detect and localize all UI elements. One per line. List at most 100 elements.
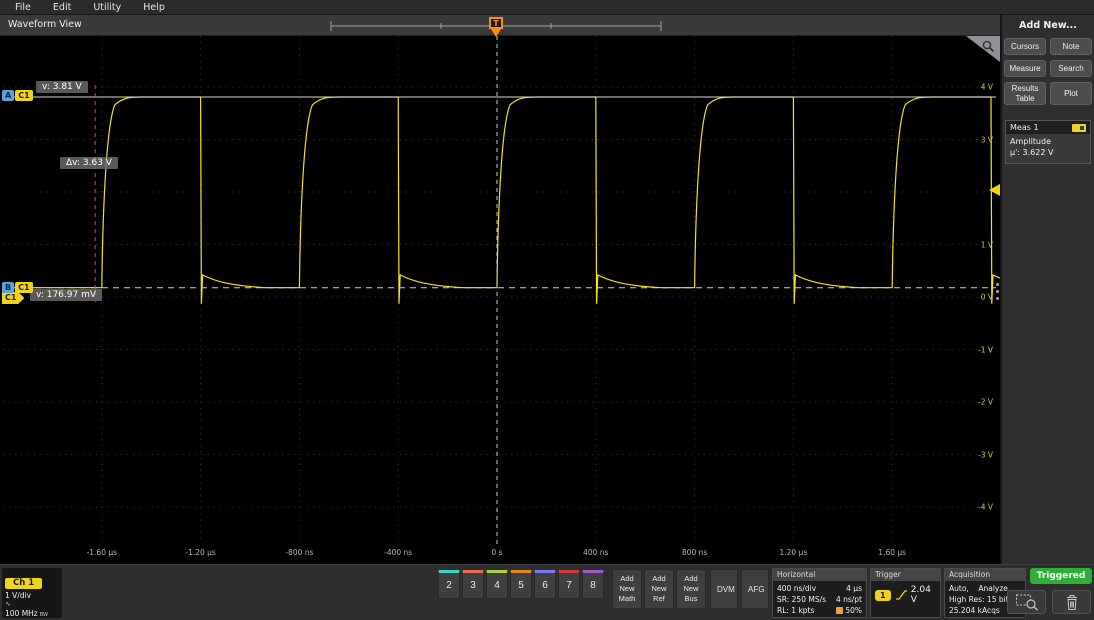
bandwidth-icon: BW xyxy=(40,612,48,618)
cursor-a-value-label: v: 3.81 V xyxy=(36,81,88,93)
channel-7-button[interactable]: 7 xyxy=(558,570,580,599)
channel1-panel[interactable]: Ch 1 1 V/div ∿ 100 MHz BW xyxy=(2,568,62,618)
measurement-title: Meas 1 xyxy=(1010,123,1039,132)
waveform-grid[interactable]: v: 3.81 V Δv: 3.63 V v: 176.97 mV A C1 B… xyxy=(0,36,1000,544)
cursor-b-badge: B xyxy=(2,282,14,293)
horizontal-panel[interactable]: Horizontal 400 ns/div4 μsSR: 250 MS/s4 n… xyxy=(772,568,867,618)
volt-label-4V: 4 V xyxy=(981,83,993,92)
channel1-bandwidth-label: 100 MHz xyxy=(5,609,38,618)
channel-buttons: 2345678 xyxy=(438,570,604,599)
trash-button[interactable] xyxy=(1052,590,1091,614)
channel-2-button[interactable]: 2 xyxy=(438,570,460,599)
trigger-level-arrow[interactable] xyxy=(989,184,1000,196)
add-new-header: Add New... xyxy=(1002,15,1094,31)
measurement-card-header: Meas 1 xyxy=(1006,121,1090,134)
time-label: 1.60 μs xyxy=(878,548,906,557)
menu-file[interactable]: File xyxy=(4,2,42,13)
add-new-ref-button[interactable]: Add New Ref xyxy=(644,569,674,609)
menu-edit[interactable]: Edit xyxy=(42,2,82,13)
time-label: 400 ns xyxy=(583,548,608,557)
add-new-source-buttons: Add New MathAdd New RefAdd New Bus xyxy=(612,569,706,609)
trigger-position-indicator[interactable]: T xyxy=(489,17,503,29)
zoom-box-icon xyxy=(1015,593,1039,611)
time-label: 0 s xyxy=(491,548,502,557)
channel-6-button[interactable]: 6 xyxy=(534,570,556,599)
trigger-panel-body: 1 2.04 V xyxy=(871,581,940,607)
afg-button[interactable]: AFG xyxy=(741,569,769,609)
horizontal-panel-body: 400 ns/div4 μsSR: 250 MS/s4 ns/ptRL: 1 k… xyxy=(773,581,866,618)
trigger-status-badge: Triggered xyxy=(1030,568,1092,584)
trigger-position-label: T xyxy=(493,19,498,28)
results-bar: Add New... CursorsNoteMeasureSearchResul… xyxy=(1000,15,1094,564)
cursor-b-marker[interactable]: B C1 xyxy=(2,282,33,293)
channel-5-button[interactable]: 5 xyxy=(510,570,532,599)
panel-splitter-handle[interactable] xyxy=(996,283,999,300)
time-label: -400 ns xyxy=(384,548,412,557)
volt-label--1V: -1 V xyxy=(978,345,993,354)
waveform-plot xyxy=(0,36,1000,544)
menu-bar: FileEditUtilityHelp xyxy=(0,0,1094,15)
cursor-a-marker[interactable]: A C1 xyxy=(2,90,33,101)
waveform-view-header: Waveform View T xyxy=(0,15,1000,36)
acquisition-panel-header: Acquisition xyxy=(945,569,1025,581)
measurement-value: μ': 3.622 V xyxy=(1010,147,1086,158)
cursor-a-channel-chip: C1 xyxy=(15,90,32,101)
time-axis-labels: -1.60 μs -1.20 μs -800 ns -400 ns 0 s 400 ns 8… xyxy=(0,544,1000,564)
search-button[interactable]: Search xyxy=(1050,60,1092,77)
measurement-type: Amplitude xyxy=(1010,136,1086,147)
cursor-delta-value-label: Δv: 3.63 V xyxy=(60,157,118,169)
add-new-buttons: CursorsNoteMeasureSearchResults TablePlo… xyxy=(1002,38,1094,105)
measurement-card-body: Amplitude μ': 3.622 V xyxy=(1006,134,1090,162)
horizontal-position-icon xyxy=(836,607,843,614)
cursors-button[interactable]: Cursors xyxy=(1004,38,1046,55)
volt-label--2V: -2 V xyxy=(978,398,993,407)
measurement-card[interactable]: Meas 1 Amplitude μ': 3.622 V xyxy=(1005,120,1091,163)
results-table-button[interactable]: Results Table xyxy=(1004,82,1046,105)
time-label: -1.60 μs xyxy=(87,548,117,557)
horizontal-row-3: RL: 1 kpts50% xyxy=(777,605,862,616)
measure-button[interactable]: Measure xyxy=(1004,60,1046,77)
cursor-a-badge: A xyxy=(2,90,14,101)
time-label: 1.20 μs xyxy=(780,548,808,557)
horizontal-row-2: SR: 250 MS/s4 ns/pt xyxy=(777,594,862,605)
menu-help[interactable]: Help xyxy=(132,2,176,13)
content-row: Waveform View T v: 3.81 V xyxy=(0,15,1094,564)
measurement-source-badge xyxy=(1072,124,1086,132)
bottom-toolbar: Ch 1 1 V/div ∿ 100 MHz BW 2345678 Add Ne… xyxy=(0,564,1094,620)
note-button[interactable]: Note xyxy=(1050,38,1092,55)
zoom-overview-button[interactable] xyxy=(1007,590,1046,614)
cursor-b-value-label: v: 176.97 mV xyxy=(30,289,102,301)
view-action-buttons xyxy=(1007,590,1091,614)
rising-edge-icon xyxy=(895,590,907,601)
channel1-scale-label: 1 V/div xyxy=(5,591,59,600)
trigger-source-badge: 1 xyxy=(875,590,891,601)
waveform-view: Waveform View T v: 3.81 V xyxy=(0,15,1000,564)
volt-label--4V: -4 V xyxy=(978,503,993,512)
channel-4-button[interactable]: 4 xyxy=(486,570,508,599)
trigger-level-label: 2.04 V xyxy=(911,585,936,605)
time-label: 800 ns xyxy=(682,548,707,557)
add-new-math-button[interactable]: Add New Math xyxy=(612,569,642,609)
trash-icon xyxy=(1065,594,1079,611)
cursor-b-channel-chip: C1 xyxy=(15,282,32,293)
time-label: -800 ns xyxy=(285,548,313,557)
channel1-bandwidth: 100 MHz BW xyxy=(5,609,59,618)
channel-3-button[interactable]: 3 xyxy=(462,570,484,599)
volt-label-0V: 0 V xyxy=(981,293,993,302)
time-label: -1.20 μs xyxy=(185,548,215,557)
volt-label--3V: -3 V xyxy=(978,450,993,459)
waveform-view-title: Waveform View xyxy=(8,19,82,30)
horizontal-panel-header: Horizontal xyxy=(773,569,866,581)
oscilloscope-app: FileEditUtilityHelp Waveform View T xyxy=(0,0,1094,620)
trigger-position-arrow-icon xyxy=(491,29,501,37)
volt-label-1V: 1 V xyxy=(981,240,993,249)
coupling-icon: ∿ xyxy=(5,600,59,609)
channel1-badge: Ch 1 xyxy=(5,578,42,589)
horizontal-row-1: 400 ns/div4 μs xyxy=(777,583,862,594)
channel-8-button[interactable]: 8 xyxy=(582,570,604,599)
trigger-panel[interactable]: Trigger 1 2.04 V xyxy=(870,568,941,618)
add-new-bus-button[interactable]: Add New Bus xyxy=(676,569,706,609)
dvm-button[interactable]: DVM xyxy=(710,569,738,609)
plot-button[interactable]: Plot xyxy=(1050,82,1092,105)
menu-utility[interactable]: Utility xyxy=(82,2,132,13)
